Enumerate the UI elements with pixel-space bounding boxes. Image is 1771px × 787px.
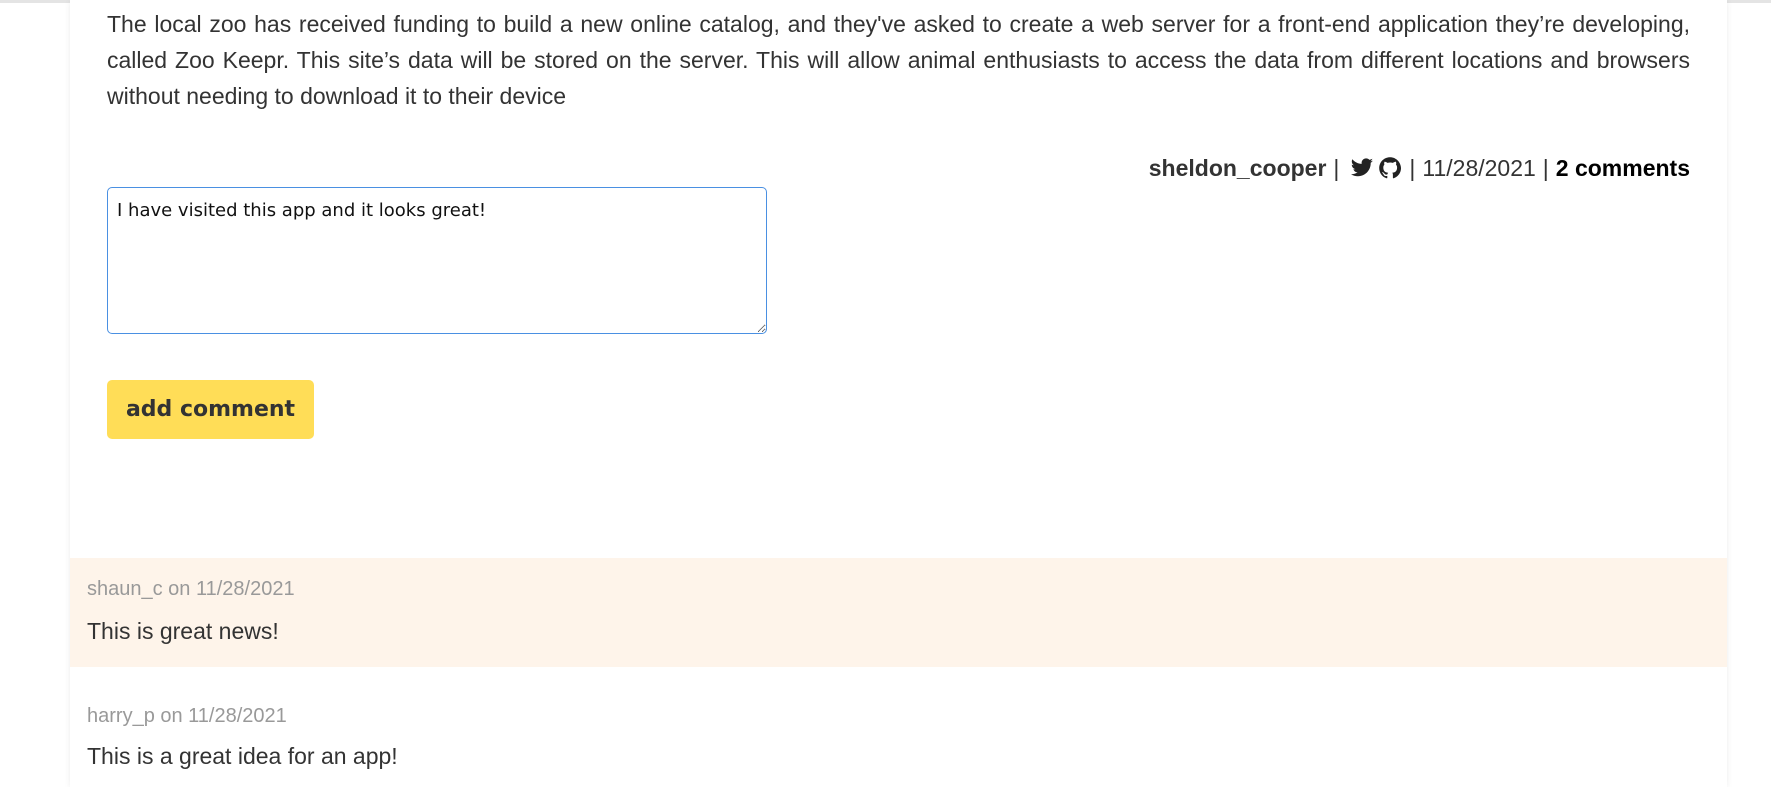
comment-text: This is a great idea for an app! [87,743,398,769]
github-icon[interactable] [1378,156,1402,180]
comment-text: This is great news! [87,618,279,644]
post-card: The local zoo has received funding to bu… [70,0,1727,787]
comment-textarea[interactable]: I have visited this app and it looks gre… [107,187,767,334]
comment-meta: shaun_c on 11/28/2021 [87,578,295,600]
comment-meta: harry_p on 11/28/2021 [87,705,287,727]
separator: | [1409,155,1416,181]
separator: | [1333,155,1340,181]
post-meta: sheldon_cooper | | 11/28/2021 | 2 commen… [1149,150,1690,186]
comment-item: shaun_c on 11/28/2021 This is great news… [70,558,1727,667]
post-date: 11/28/2021 [1422,155,1536,181]
post-description: The local zoo has received funding to bu… [107,11,1690,109]
post-author[interactable]: sheldon_cooper [1149,150,1327,186]
comment-item: harry_p on 11/28/2021 This is a great id… [70,687,1727,787]
comments-count-link[interactable]: 2 comments [1556,150,1690,186]
separator: | [1542,155,1549,181]
add-comment-button[interactable]: add comment [107,380,314,439]
twitter-icon[interactable] [1350,156,1374,180]
